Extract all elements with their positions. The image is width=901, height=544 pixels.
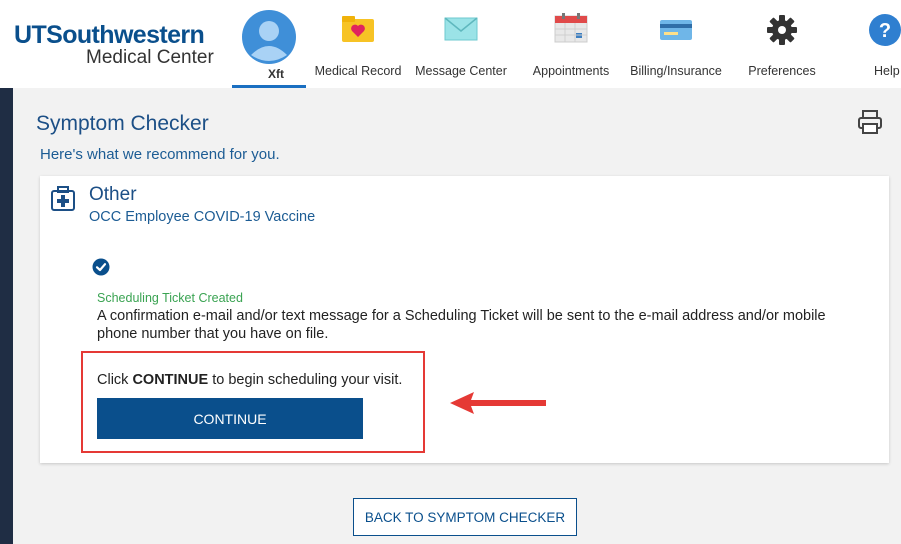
nav-billing-insurance-label: Billing/Insurance	[630, 64, 722, 78]
logo-line2: Medical Center	[86, 47, 214, 68]
category-title: Other	[89, 184, 137, 205]
nav-preferences[interactable]: Preferences	[738, 0, 826, 88]
envelope-icon	[444, 17, 478, 41]
medical-kit-icon	[51, 186, 75, 211]
nav-billing-insurance[interactable]: Billing/Insurance	[620, 0, 732, 88]
svg-text:?: ?	[879, 20, 891, 42]
annotation-arrow-icon	[450, 392, 546, 414]
credit-card-icon	[660, 20, 692, 40]
avatar-icon	[242, 10, 296, 64]
nav-help[interactable]: ? Help	[862, 0, 901, 88]
category-subtitle: OCC Employee COVID-19 Vaccine	[89, 209, 316, 225]
print-icon[interactable]	[856, 108, 884, 136]
nav-appointments[interactable]: Appointments	[522, 0, 620, 88]
page-subtitle: Here's what we recommend for you.	[40, 146, 280, 163]
profile-tab[interactable]: Xft	[232, 0, 306, 88]
ticket-status: Scheduling Ticket Created	[97, 291, 243, 305]
left-sidebar-strip	[0, 88, 13, 544]
profile-active-indicator	[232, 85, 306, 88]
annotation-highlight-box	[81, 351, 425, 453]
profile-name: Xft	[268, 67, 284, 81]
nav-appointments-label: Appointments	[532, 64, 610, 78]
logo-line1: UTSouthwestern	[14, 21, 205, 49]
nav-message-center[interactable]: Message Center	[410, 0, 512, 88]
nav-medical-record[interactable]: Medical Record	[309, 0, 407, 88]
nav-help-label: Help	[874, 64, 900, 78]
check-circle-icon	[92, 258, 110, 276]
page-title: Symptom Checker	[36, 112, 209, 135]
utsw-logo[interactable]: UTSouthwestern Medical Center	[14, 22, 214, 68]
nav-preferences-label: Preferences	[748, 64, 816, 78]
ticket-message: A confirmation e-mail and/or text messag…	[97, 308, 826, 342]
nav-message-center-label: Message Center	[415, 64, 507, 78]
top-navigation-bar: UTSouthwestern Medical Center Xft Medica…	[0, 0, 901, 88]
nav-medical-record-label: Medical Record	[314, 64, 402, 78]
back-to-symptom-checker-button[interactable]: BACK TO SYMPTOM CHECKER	[353, 498, 577, 536]
help-icon: ?	[869, 14, 901, 46]
calendar-icon	[554, 13, 588, 43]
heart-folder-icon	[342, 16, 374, 42]
gear-icon	[767, 15, 797, 45]
